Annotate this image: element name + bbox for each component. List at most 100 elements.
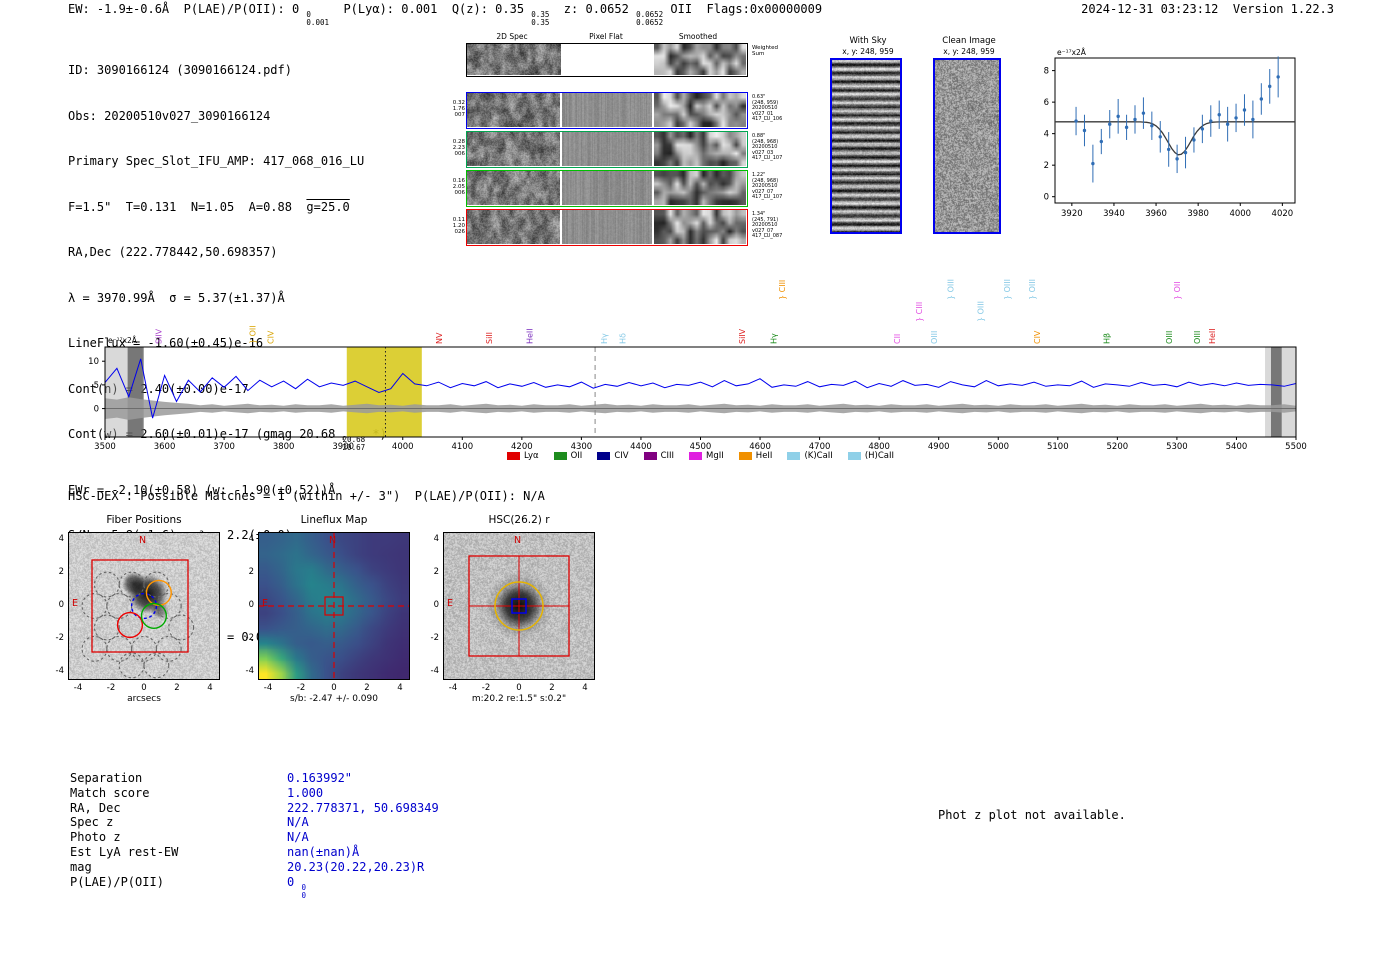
svg-text:6: 6 bbox=[1044, 98, 1049, 108]
axis-tick-label: 0 bbox=[141, 683, 147, 693]
legend-label: CIII bbox=[660, 451, 675, 461]
info-obs: Obs: 20200510v027_3090166124 bbox=[68, 108, 271, 123]
svg-text:} CIII: } CIII bbox=[778, 280, 787, 300]
axis-tick-label: 4 bbox=[207, 683, 213, 693]
match-field-label: Est LyA rest-EW bbox=[70, 844, 179, 859]
svg-text:CIV: CIV bbox=[267, 330, 276, 344]
spec2d-row: 0.11 1.20 026 1.34" (245, 791) 20200510 v027_0… bbox=[453, 209, 782, 246]
lineflux-map-overlay bbox=[258, 532, 410, 680]
svg-text:SiIV: SiIV bbox=[738, 328, 747, 344]
fiber-weight-label: 0.32 1.76 007 bbox=[452, 100, 465, 118]
svg-text:Hβ: Hβ bbox=[1103, 333, 1112, 344]
fiber-weight-label: 0.11 1.20 026 bbox=[452, 217, 465, 235]
svg-text:} OIII: } OIII bbox=[976, 301, 985, 322]
legend-label: (K)CaII bbox=[804, 451, 833, 461]
svg-text:3960: 3960 bbox=[1145, 209, 1167, 219]
z-summary: z: 0.0652 bbox=[549, 2, 637, 16]
svg-text:HeII: HeII bbox=[526, 328, 535, 344]
lineflux-map-title: Lineflux Map bbox=[300, 514, 368, 526]
axis-tick-label: 4 bbox=[248, 534, 254, 544]
fiber-weight-label: 0.16 2.05 006 bbox=[452, 178, 465, 196]
spec2d-image bbox=[467, 93, 560, 127]
svg-text:OIII: OIII bbox=[930, 331, 939, 344]
match-field-value: 20.23(20.22,20.23)R bbox=[287, 859, 425, 874]
svg-text:SiII: SiII bbox=[485, 332, 494, 344]
table-row: Match score 1.000 bbox=[70, 786, 439, 801]
compass-north: N bbox=[139, 535, 147, 546]
legend-swatch bbox=[787, 452, 801, 460]
col-title-smoothed: Smoothed bbox=[678, 32, 718, 41]
match-field-label: RA, Dec bbox=[70, 800, 121, 815]
legend-label: (H)CaII bbox=[864, 451, 894, 461]
axis-tick-label: -4 bbox=[245, 666, 254, 676]
spec2d-grid: 2D Spec Pixel Flat Smoothed Weighted Sum… bbox=[444, 28, 782, 253]
axis-tick-label: 0 bbox=[433, 600, 439, 610]
fiber-detail-label: 0.63" (248, 959) 20200510 v027_01 417_LU_106 bbox=[752, 94, 783, 123]
legend-label: HeII bbox=[755, 451, 773, 461]
axis-tick-label: -4 bbox=[448, 683, 458, 693]
info-id: ID: 3090166124 (3090166124.pdf) bbox=[68, 63, 292, 78]
match-field-label: mag bbox=[70, 859, 92, 874]
pixel-flat-image bbox=[562, 93, 652, 127]
axis-tick-label: 2 bbox=[549, 683, 555, 693]
svg-text:e⁻¹⁷x2Å: e⁻¹⁷x2Å bbox=[1057, 48, 1087, 57]
legend-swatch bbox=[847, 452, 861, 460]
svg-text:2: 2 bbox=[1044, 161, 1049, 171]
weighted-sum-label: Weighted Sum bbox=[752, 45, 779, 57]
match-field-label: Match score bbox=[70, 785, 150, 800]
svg-text:OIII: OIII bbox=[1193, 331, 1202, 344]
legend-item: Lyα bbox=[507, 451, 539, 461]
match-field-value: N/A bbox=[287, 830, 309, 845]
axis-tick-label: 4 bbox=[58, 534, 64, 544]
withsky-title: With Sky bbox=[849, 36, 887, 46]
svg-text:3920: 3920 bbox=[1061, 209, 1083, 219]
qz-limits: 0.35 0.35 bbox=[531, 10, 550, 28]
legend-label: OII bbox=[570, 451, 583, 461]
svg-text:Hγ: Hγ bbox=[600, 333, 609, 344]
svg-text:Hγ: Hγ bbox=[770, 333, 779, 344]
clean-image-box bbox=[933, 58, 1001, 234]
spec2d-row: 0.28 2.23 006 0.88" (248, 968) 20200510 v027_0… bbox=[453, 131, 782, 168]
axis-tick-label: -4 bbox=[73, 683, 83, 693]
clean-coords: x, y: 248, 959 bbox=[943, 47, 995, 56]
compass-north: N bbox=[329, 535, 337, 546]
svg-text:SiIV: SiIV bbox=[155, 328, 164, 344]
match-field-value: 0 00 bbox=[287, 874, 306, 900]
svg-text:} OII: } OII bbox=[1173, 281, 1182, 300]
legend-label: MgII bbox=[706, 451, 724, 461]
svg-text:5: 5 bbox=[94, 381, 99, 391]
withsky-image-box bbox=[830, 58, 902, 234]
legend-item: CIV bbox=[597, 451, 629, 461]
axis-tick-label: 0 bbox=[331, 683, 337, 693]
col-title-pixelflat: Pixel Flat bbox=[589, 32, 623, 41]
pixel-flat-image bbox=[562, 210, 652, 244]
fiber-positions-overlay bbox=[68, 532, 220, 680]
clean-image bbox=[935, 60, 999, 232]
table-row: RA, Dec 222.778371, 50.698349 bbox=[70, 801, 439, 816]
fiber-positions-xlabel: arcsecs bbox=[127, 694, 161, 704]
smoothed-image bbox=[654, 210, 746, 244]
pixel-flat-image bbox=[562, 171, 652, 205]
ew-plae-summary: EW: -1.9±-0.6Å P(LAE)/P(OII): 0 bbox=[68, 2, 307, 16]
axis-tick-label: 0 bbox=[248, 600, 254, 610]
svg-text:NV: NV bbox=[435, 332, 444, 344]
withsky-image bbox=[832, 60, 900, 232]
gmag-limit: g=25.0 bbox=[306, 199, 350, 214]
axis-tick-label: -2 bbox=[245, 633, 254, 643]
lineflux-map-xlabel: s/b: -2.47 +/- 0.090 bbox=[290, 694, 378, 704]
fiber-detail-label: 1.34" (245, 791) 20200510 v027_07 417_LU_087 bbox=[752, 211, 783, 240]
axis-tick-label: -4 bbox=[430, 666, 439, 676]
photz-note: Phot z plot not available. bbox=[938, 808, 1126, 822]
axis-tick-label: 4 bbox=[433, 534, 439, 544]
axis-tick-label: -2 bbox=[430, 633, 439, 643]
svg-text:4000: 4000 bbox=[1229, 209, 1251, 219]
axis-tick-label: -2 bbox=[55, 633, 64, 643]
spec2d-image bbox=[467, 132, 560, 166]
legend-swatch bbox=[553, 452, 567, 460]
legend-swatch bbox=[738, 452, 752, 460]
info-primary-amp: Primary Spec_Slot_IFU_AMP: 417_068_016_L… bbox=[68, 154, 365, 169]
hsc-cutout-panel: HSC(26.2) r m:20.2 re:1.5" s:0.2" -4 -4 -2… bbox=[431, 514, 595, 704]
axis-tick-label: 0 bbox=[516, 683, 522, 693]
axis-tick-label: 2 bbox=[248, 567, 254, 577]
svg-text:} OIII: } OIII bbox=[1003, 279, 1012, 300]
